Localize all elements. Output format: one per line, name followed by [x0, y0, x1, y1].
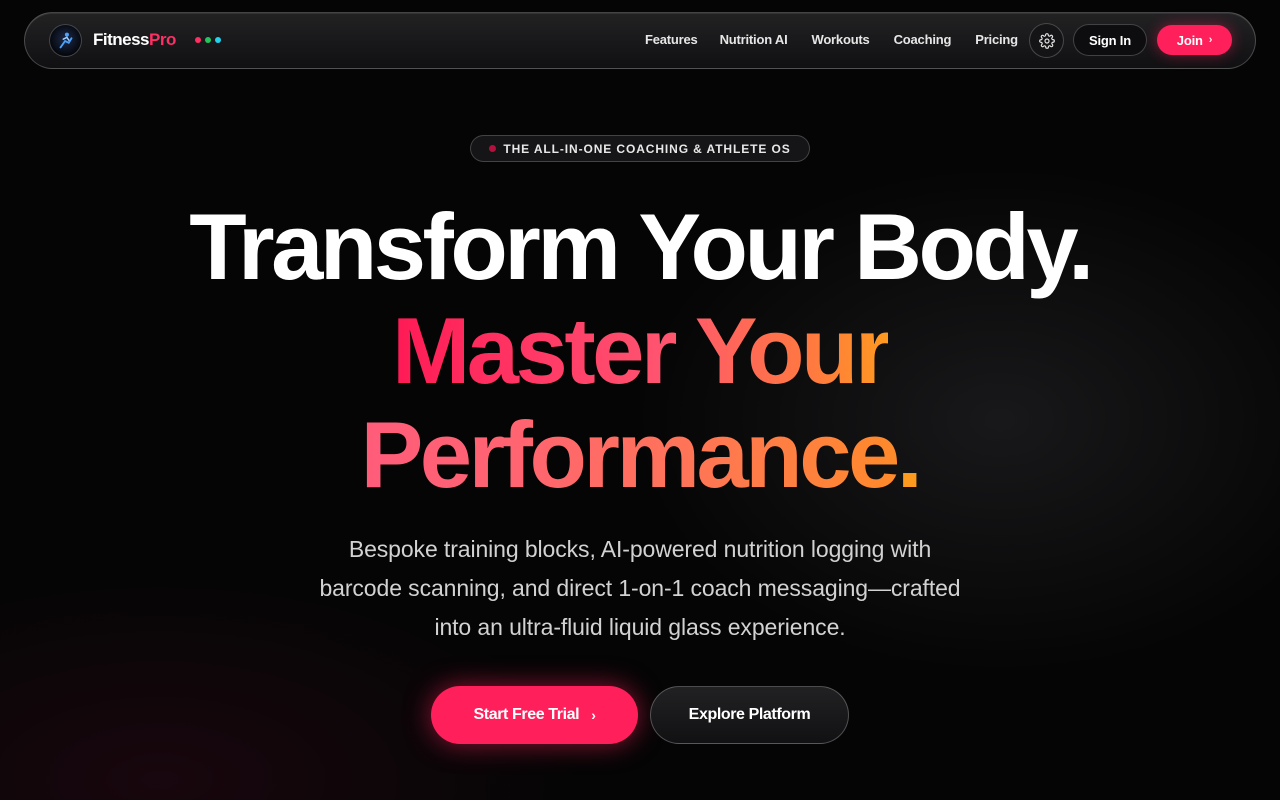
brand-dot-pink: [195, 37, 201, 43]
gear-icon: [1038, 32, 1055, 49]
headline-line-2-text: Master Your: [391, 298, 892, 403]
brand-name-part1: Fitness: [93, 30, 150, 49]
headline-line-1: Transform Your Body.: [189, 194, 1094, 299]
headline-line-3: Performance.: [0, 408, 1280, 502]
nav-link-features[interactable]: Features: [645, 32, 698, 47]
headline-period: .: [896, 402, 923, 507]
hero-subtext: Bespoke training blocks, AI-powered nutr…: [240, 530, 1040, 647]
explore-platform-button[interactable]: Explore Platform: [650, 686, 849, 744]
chevron-right-icon: ›: [1208, 34, 1213, 46]
brand-name-part2: Pro: [149, 30, 176, 49]
logo-icon[interactable]: [49, 24, 82, 57]
nav-link-coaching[interactable]: Coaching: [894, 32, 952, 47]
brand-name[interactable]: FitnessPro: [93, 30, 176, 50]
nav-link-workouts[interactable]: Workouts: [811, 32, 869, 47]
sign-in-button[interactable]: Sign In: [1073, 24, 1147, 56]
badge-label: THE ALL-IN-ONE COACHING & ATHLETE OS: [503, 141, 791, 156]
badge-dot-icon: [489, 145, 497, 152]
brand-dots: [195, 37, 221, 43]
headline-line-3-text: Performance: [360, 402, 901, 507]
start-free-trial-button[interactable]: Start Free Trial ›: [431, 686, 638, 744]
brand-dot-cyan: [215, 37, 221, 43]
hero-subtext-line-2: barcode scanning, and direct 1-on-1 coac…: [319, 575, 961, 601]
settings-button[interactable]: [1029, 23, 1064, 58]
hero-subtext-line-3: into an ultra-fluid liquid glass experie…: [434, 614, 846, 640]
nav-links: Features Nutrition AI Workouts Coaching …: [645, 32, 1018, 47]
headline-line-2: Master Your: [0, 304, 1280, 398]
hero-badge: THE ALL-IN-ONE COACHING & ATHLETE OS: [470, 135, 810, 162]
top-navbar: FitnessPro Features Nutrition AI Workout…: [24, 12, 1256, 69]
start-free-trial-label: Start Free Trial: [473, 706, 580, 723]
nav-link-pricing[interactable]: Pricing: [975, 32, 1018, 47]
nav-link-nutrition-ai[interactable]: Nutrition AI: [720, 32, 788, 47]
join-button[interactable]: Join ›: [1157, 25, 1232, 55]
brand-dot-green: [205, 37, 211, 43]
join-button-label: Join: [1176, 32, 1203, 48]
hero-subtext-line-1: Bespoke training blocks, AI-powered nutr…: [348, 536, 932, 562]
chevron-right-icon: ›: [591, 707, 596, 723]
